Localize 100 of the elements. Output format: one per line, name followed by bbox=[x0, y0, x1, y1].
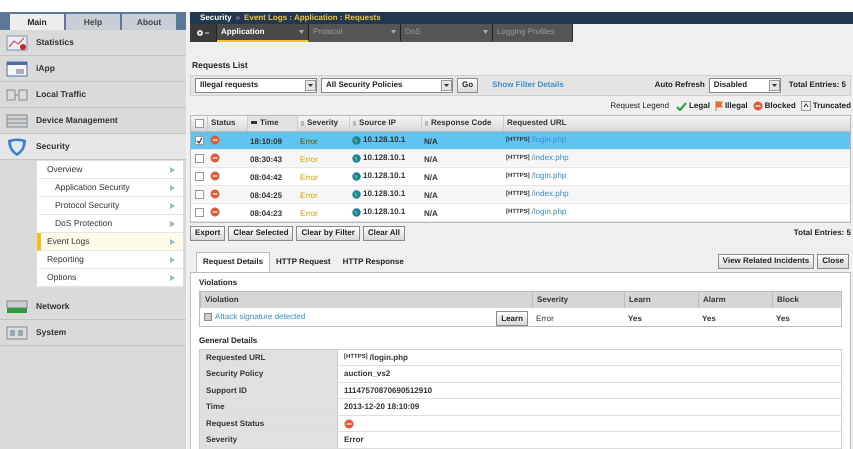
section-title: Requests List bbox=[192, 59, 249, 72]
detail-label: Requested URL bbox=[200, 350, 338, 366]
chevron-icon bbox=[170, 202, 175, 208]
submenu-item[interactable]: Options bbox=[37, 269, 183, 287]
chevron-icon bbox=[170, 166, 175, 172]
violation-link[interactable]: Attack signature detected bbox=[215, 310, 306, 323]
subnav-tab[interactable]: Application bbox=[217, 24, 309, 42]
server-icon bbox=[6, 112, 28, 128]
section-title: General Details bbox=[199, 334, 258, 347]
grip-icon bbox=[353, 120, 356, 126]
grip-icon bbox=[425, 120, 428, 126]
column-header: Violation bbox=[200, 292, 532, 308]
detail-value: 11147570870690512910 bbox=[344, 384, 432, 396]
submenu-item[interactable]: DoS Protection bbox=[37, 215, 183, 233]
action-button[interactable]: Clear All bbox=[362, 226, 406, 241]
row-checkbox[interactable] bbox=[194, 208, 204, 217]
learn-button[interactable]: Learn bbox=[496, 311, 528, 326]
legend-label: Blocked bbox=[764, 100, 796, 112]
auto-refresh-select[interactable]: Disabled bbox=[708, 78, 781, 93]
table-cell: Error bbox=[300, 155, 318, 164]
table-cell: 08:04:42 bbox=[250, 173, 282, 182]
column-header[interactable]: Response Code bbox=[421, 116, 503, 131]
detail-label: Request Status bbox=[200, 416, 338, 432]
globe-icon bbox=[352, 172, 361, 181]
go-button[interactable]: Go bbox=[457, 78, 478, 93]
blocked-icon bbox=[344, 418, 354, 428]
blocked-icon bbox=[210, 207, 220, 218]
filter-select[interactable]: Illegal requests bbox=[195, 78, 317, 93]
detail-value: /login.php bbox=[370, 352, 408, 364]
globe-icon bbox=[352, 208, 361, 217]
table-cell: 10.128.10.1 bbox=[363, 152, 406, 164]
caret-icon bbox=[483, 30, 488, 34]
sort-icon bbox=[251, 121, 257, 126]
chevron-icon bbox=[170, 220, 175, 226]
url-link[interactable]: /login.php bbox=[532, 170, 566, 182]
submenu-item[interactable]: Event Logs bbox=[37, 233, 183, 251]
window-icon bbox=[6, 60, 28, 76]
filter-select[interactable]: All Security Policies bbox=[321, 78, 453, 93]
details-tab[interactable]: HTTP Request bbox=[270, 252, 337, 272]
detail-value: Error bbox=[344, 434, 364, 446]
sidebar-tab[interactable]: Help bbox=[66, 14, 120, 30]
row-checkbox[interactable] bbox=[194, 118, 204, 128]
breadcrumb-root[interactable]: Security bbox=[200, 12, 232, 24]
check-icon bbox=[676, 102, 688, 111]
action-button[interactable]: Clear Selected bbox=[228, 226, 294, 241]
table-cell: N/A bbox=[424, 137, 438, 146]
caret-icon bbox=[299, 30, 304, 34]
details-button[interactable]: View Related Incidents bbox=[718, 254, 814, 269]
sidebar-tab[interactable]: About bbox=[122, 14, 176, 30]
section-title: Violations bbox=[199, 276, 238, 289]
table-cell: N/A bbox=[424, 155, 438, 164]
blocked-icon bbox=[210, 135, 220, 146]
globe-icon bbox=[352, 154, 361, 163]
row-checkbox[interactable] bbox=[194, 190, 204, 199]
table-cell: 08:30:43 bbox=[250, 155, 282, 164]
column-header[interactable]: Source IP bbox=[349, 116, 421, 131]
url-link[interactable]: /login.php bbox=[532, 206, 566, 218]
detail-label: Support ID bbox=[200, 382, 338, 398]
detail-label: Security Policy bbox=[200, 366, 338, 382]
table-cell: 10.128.10.1 bbox=[363, 170, 406, 182]
legend-label: Request Legend bbox=[610, 100, 670, 112]
chevron-icon bbox=[170, 274, 175, 280]
row-checkbox[interactable] bbox=[194, 136, 204, 145]
blocked-icon bbox=[210, 153, 220, 164]
total-entries: Total Entries: 5 bbox=[788, 79, 846, 92]
legend-label: Illegal bbox=[724, 100, 748, 112]
legend-label: Truncated bbox=[812, 100, 851, 112]
details-tab[interactable]: Request Details bbox=[196, 252, 270, 272]
detail-label: Severity bbox=[200, 432, 338, 448]
table-cell: N/A bbox=[424, 209, 438, 218]
column-header[interactable]: Time bbox=[247, 116, 297, 131]
grip-icon bbox=[301, 120, 304, 126]
table-cell: Yes bbox=[628, 314, 642, 323]
table-cell: Error bbox=[300, 209, 318, 218]
boxes-icon bbox=[6, 86, 28, 102]
row-checkbox[interactable] bbox=[194, 154, 204, 163]
column-header: Block bbox=[772, 292, 841, 308]
column-header: Learn bbox=[624, 292, 698, 308]
table-cell: 08:04:25 bbox=[250, 191, 282, 200]
check-icon bbox=[196, 136, 202, 144]
total-entries: Total Entries: 5 bbox=[794, 227, 851, 240]
submenu-item[interactable]: Reporting bbox=[37, 251, 183, 269]
row-checkbox[interactable] bbox=[194, 172, 204, 181]
table-cell: Error bbox=[536, 314, 554, 323]
caret-icon bbox=[391, 30, 396, 34]
column-header[interactable]: Severity bbox=[297, 116, 349, 131]
action-button[interactable]: Clear by Filter bbox=[296, 226, 360, 241]
submenu-item[interactable]: Application Security bbox=[37, 179, 183, 197]
table-cell: N/A bbox=[424, 191, 438, 200]
detail-value: auction_vs2 bbox=[344, 368, 390, 380]
details-tab[interactable]: HTTP Response bbox=[336, 252, 410, 272]
submenu-item[interactable]: Overview bbox=[37, 161, 183, 179]
chevron-icon bbox=[170, 256, 175, 262]
sidebar-tab[interactable]: Main bbox=[10, 14, 64, 30]
sidebar-item[interactable]: Security bbox=[0, 134, 186, 160]
column-header[interactable]: Requested URL bbox=[503, 116, 850, 131]
submenu-item[interactable]: Protocol Security bbox=[37, 197, 183, 215]
details-button[interactable]: Close bbox=[817, 254, 849, 269]
truncated-icon bbox=[800, 101, 811, 112]
action-button[interactable]: Export bbox=[190, 226, 226, 241]
